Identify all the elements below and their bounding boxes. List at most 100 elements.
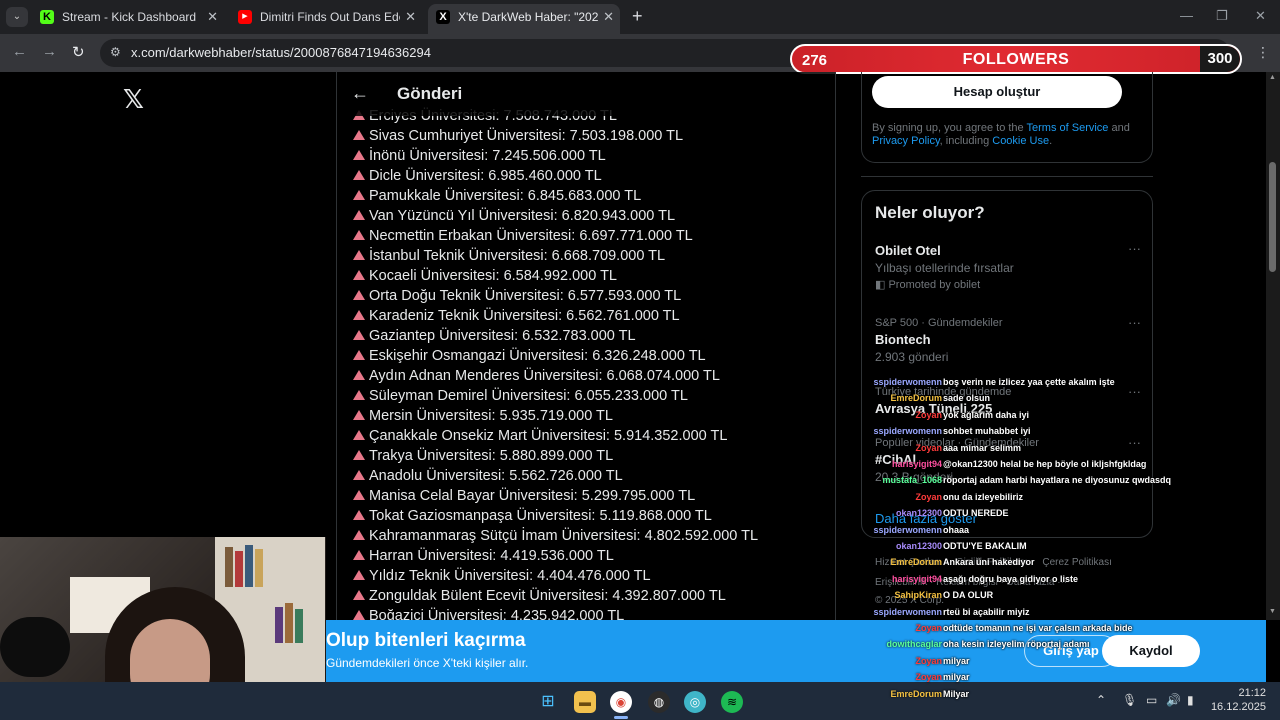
chrome-icon[interactable]: ◉	[610, 691, 632, 713]
site-info-icon[interactable]: ⚙	[110, 45, 121, 59]
app-icon[interactable]: ◎	[684, 691, 706, 713]
forward-arrow-icon[interactable]: →	[42, 43, 57, 60]
university-budget-text: Mersin Üniversitesi: 5.935.719.000 TL	[369, 408, 613, 424]
file-explorer-icon[interactable]: ▬	[574, 691, 596, 713]
chat-text: ohaaa	[943, 524, 970, 535]
chat-text: oha kesin izleyelim röportaj adamı	[943, 639, 1090, 650]
cookie-use-link[interactable]: Cookie Use	[992, 135, 1049, 147]
chat-username[interactable]: EmreDorum	[890, 393, 942, 403]
university-budget-text: Eskişehir Osmangazi Üniversitesi: 6.326.…	[369, 348, 706, 364]
chat-username[interactable]: Zoyan	[915, 492, 942, 502]
red-triangle-icon	[353, 210, 365, 220]
chat-username[interactable]: harisyigit94	[892, 459, 942, 469]
red-triangle-icon	[353, 550, 365, 560]
maximize-icon[interactable]: ❐	[1216, 8, 1228, 24]
chat-text: aaa mimar selimm	[943, 442, 1022, 453]
window-close-icon[interactable]: ✕	[1255, 8, 1266, 24]
university-budget-text: Dicle Üniversitesi: 6.985.460.000 TL	[369, 168, 602, 184]
back-arrow-icon[interactable]: ←	[12, 43, 27, 60]
chat-username[interactable]: okan12300	[896, 541, 942, 551]
minimize-icon[interactable]: —	[1180, 8, 1193, 23]
close-icon[interactable]: ✕	[405, 4, 416, 30]
university-budget-text: Süleyman Demirel Üniversitesi: 6.055.233…	[369, 388, 688, 404]
chat-username[interactable]: sspiderwomenn	[873, 377, 942, 387]
university-list-item: Zonguldak Bülent Ecevit Üniversitesi: 4.…	[353, 588, 726, 608]
scrollbar-thumb[interactable]	[1269, 162, 1276, 272]
scroll-down-icon[interactable]: ▼	[1269, 608, 1276, 615]
chat-message: Zoyan milyar	[860, 656, 1180, 672]
chat-username[interactable]: Zoyan	[915, 656, 942, 666]
chat-username[interactable]: dowithcaglar	[886, 639, 942, 649]
create-account-button[interactable]: Hesap oluştur	[872, 76, 1122, 108]
url-text: x.com/darkwebhaber/status/20008768471946…	[131, 45, 431, 60]
red-triangle-icon	[353, 310, 365, 320]
browser-tabstrip: ⌄ K Stream - Kick Dashboard ✕ ▶ Dimitri …	[0, 0, 1280, 34]
youtube-icon: ▶	[238, 10, 252, 24]
chat-username[interactable]: Zoyan	[915, 443, 942, 453]
university-list-item: Aydın Adnan Menderes Üniversitesi: 6.068…	[353, 368, 720, 388]
new-tab-plus-icon[interactable]: +	[632, 6, 643, 27]
chat-message: Zoyan milyar	[860, 672, 1180, 688]
university-list-item: Sivas Cumhuriyet Üniversitesi: 7.503.198…	[353, 128, 683, 148]
university-budget-text: Yıldız Teknik Üniversitesi: 4.404.476.00…	[369, 568, 651, 584]
chat-username[interactable]: Zoyan	[915, 410, 942, 420]
battery-icon[interactable]: ▮	[1187, 693, 1194, 707]
university-list-item: Pamukkale Üniversitesi: 6.845.683.000 TL	[353, 188, 641, 208]
close-icon[interactable]: ✕	[603, 4, 614, 30]
trend-item[interactable]: Obilet Otel Yılbaşı otellerinde fırsatla…	[875, 241, 1145, 291]
chat-username[interactable]: Zoyan	[915, 623, 942, 633]
university-budget-text: Van Yüzüncü Yıl Üniversitesi: 6.820.943.…	[369, 208, 676, 224]
chat-username[interactable]: sspiderwomenn	[873, 426, 942, 436]
obs-icon[interactable]: ◍	[648, 691, 670, 713]
university-budget-text: Orta Doğu Teknik Üniversitesi: 6.577.593…	[369, 288, 682, 304]
chat-message: sspiderwomenn sohbet muhabbet iyi	[860, 426, 1180, 442]
tab-kick-dashboard[interactable]: K Stream - Kick Dashboard ✕	[32, 4, 224, 34]
privacy-policy-link[interactable]: Privacy Policy	[872, 135, 940, 147]
university-budget-text: Trakya Üniversitesi: 5.880.899.000 TL	[369, 448, 614, 464]
chat-username[interactable]: EmreDorum	[890, 557, 942, 567]
banner-subtitle: Gündemdekileri önce X'teki kişiler alır.	[326, 656, 529, 670]
chat-message: sspiderwomenn boş verin ne izlicez yaa çe…	[860, 377, 1180, 393]
tab-youtube[interactable]: ▶ Dimitri Finds Out Dans Eden Ru ✕	[230, 4, 422, 34]
browser-menu-icon[interactable]: ⋮	[1256, 44, 1270, 61]
chat-username[interactable]: mustafa_1068	[882, 475, 942, 485]
reload-icon[interactable]: ↻	[72, 43, 85, 61]
scroll-up-icon[interactable]: ▲	[1269, 74, 1276, 81]
red-triangle-icon	[353, 410, 365, 420]
university-budget-text: Zonguldak Bülent Ecevit Üniversitesi: 4.…	[369, 588, 726, 604]
trend-item[interactable]: S&P 500 · Gündemdekiler Biontech 2.903 g…	[875, 315, 1145, 364]
scrollbar[interactable]: ▲ ▼	[1266, 72, 1280, 620]
more-options-icon[interactable]: ···	[1128, 315, 1141, 330]
chat-username[interactable]: SahipKiran	[894, 590, 942, 600]
x-logo-icon[interactable]: 𝕏	[123, 84, 144, 115]
back-arrow-icon[interactable]: ←	[351, 83, 369, 104]
active-app-indicator	[614, 716, 628, 719]
system-clock[interactable]: 21:12 16.12.2025	[1210, 686, 1266, 714]
chat-username[interactable]: Zoyan	[915, 672, 942, 682]
tab-x-post[interactable]: X X'te DarkWeb Haber: "2025 yılı ✕	[428, 4, 620, 34]
chat-username[interactable]: okan12300	[896, 508, 942, 518]
chat-username[interactable]: sspiderwomenn	[873, 525, 942, 535]
chat-username[interactable]: EmreDorum	[890, 689, 942, 699]
terms-of-service-link[interactable]: Terms of Service	[1027, 122, 1109, 134]
university-list-item: Necmettin Erbakan Üniversitesi: 6.697.77…	[353, 228, 693, 248]
signup-terms: By signing up, you agree to the Terms of…	[872, 122, 1152, 148]
tab-label: X'te DarkWeb Haber: "2025 yılı	[458, 10, 598, 24]
university-list-item: Boğaziçi Üniversitesi: 4.235.942.000 TL	[353, 608, 624, 620]
chat-text: Ankara üni hakediyor	[943, 557, 1035, 568]
chat-username[interactable]: harisyigit94	[892, 574, 942, 584]
close-icon[interactable]: ✕	[207, 4, 218, 30]
chat-text: ODTU NEREDE	[943, 508, 1009, 519]
chat-username[interactable]: sspiderwomenn	[873, 607, 942, 617]
tab-search-button[interactable]: ⌄	[6, 7, 28, 27]
kick-icon: K	[40, 10, 54, 24]
chat-message: harisyigit94 aşağı doğru bayа gidiyor o l…	[860, 574, 1180, 590]
more-options-icon[interactable]: ···	[1128, 241, 1141, 256]
red-triangle-icon	[353, 530, 365, 540]
university-list-item: İnönü Üniversitesi: 7.245.506.000 TL	[353, 148, 606, 168]
red-triangle-icon	[353, 450, 365, 460]
post-header: ← Gönderi	[337, 72, 835, 116]
windows-start-icon[interactable]: ⊞	[537, 691, 559, 713]
promoted-icon: ◧	[875, 279, 889, 291]
spotify-icon[interactable]: ≋	[721, 691, 743, 713]
